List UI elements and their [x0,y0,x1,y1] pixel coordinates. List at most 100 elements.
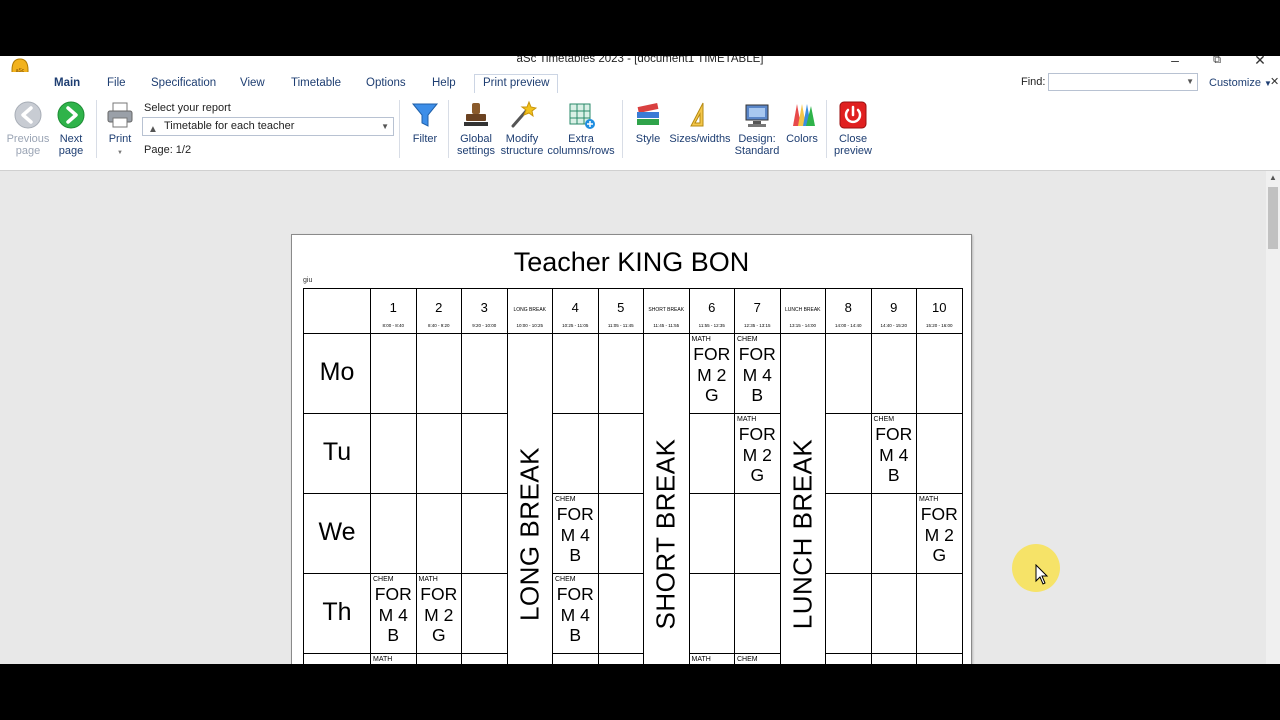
lesson-subject: CHEM [737,656,758,663]
period-number: 8 [844,300,852,315]
colors-button[interactable]: Colors [784,100,820,145]
menu-file[interactable]: File [107,77,126,89]
period-number: 3 [480,300,488,315]
empty-slot [870,653,917,664]
lesson-card: MATHFORM 2G [370,653,417,664]
menu-timetable[interactable]: Timetable [291,77,341,89]
style-label: Style [635,133,661,145]
menu-main[interactable]: Main [54,77,80,89]
close-ribbon-icon[interactable]: ✕ [1270,75,1279,88]
empty-slot [552,413,599,494]
global-settings-label: Global settings [457,133,495,157]
empty-slot [415,413,462,494]
style-button[interactable]: Style [630,100,666,145]
break-column: SHORT BREAK [643,333,690,664]
modify-structure-label: Modify structure [500,133,544,157]
period-time: 11:05 - 11:45 [607,323,634,328]
break-column: LUNCH BREAK [779,333,826,664]
period-header-cell: 4 10:25 - 11:05 [552,288,599,334]
vertical-scrollbar[interactable]: ▲ [1266,171,1280,664]
period-number: 5 [617,300,625,315]
toolbar-divider [96,100,97,158]
print-preview-area[interactable]: Teacher KING BON giu 1 8:00 - 8:40 2 8:40 -… [0,171,1266,664]
previous-page-button[interactable]: Previous page [6,100,50,157]
empty-slot [916,413,963,494]
lesson-class-line: FOR [693,344,731,364]
table-add-icon [569,103,595,129]
lesson-class-line: M 4 [560,604,590,625]
empty-slot [370,413,417,494]
next-page-button[interactable]: Next page [54,100,88,157]
chevron-down-icon: ▼ [381,122,389,131]
previous-page-label: Previous page [6,133,50,157]
period-number: 6 [708,300,716,315]
empty-slot [870,333,917,414]
lesson-class-line: FOR [875,424,913,444]
monitor-icon [745,104,769,127]
close-window-icon[interactable]: ✕ [1245,56,1275,69]
design-label: Design: Standard [734,133,780,157]
design-button[interactable]: Design: Standard [734,100,780,157]
lesson-class: FOR M 2G [735,424,780,486]
lesson-class: FOR M 4B [371,584,416,646]
break-header-label: SHORT BREAK [648,307,685,313]
period-time: 13:15 - 14:00 [789,323,817,328]
arrow-right-icon [57,101,85,129]
menu-options[interactable]: Options [366,77,406,89]
extra-columns-rows-button[interactable]: Extra columns/rows [546,100,616,157]
toolbar-divider [622,100,623,158]
period-number: 2 [435,300,443,315]
find-input[interactable]: ▼ [1048,73,1198,91]
empty-slot [597,573,644,654]
lesson-subject: MATH [691,656,711,663]
day-cell: Th [303,573,371,654]
scroll-up-icon[interactable]: ▲ [1266,173,1280,182]
chevron-down-icon[interactable]: ▼ [1186,77,1194,86]
menu-print-preview[interactable]: Print preview [474,74,559,93]
global-settings-button[interactable]: Global settings [454,100,498,157]
modify-structure-button[interactable]: Modify structure [500,100,544,157]
preview-page: Teacher KING BON giu 1 8:00 - 8:40 2 8:40 -… [291,234,972,664]
day-cell: Mo [303,333,371,414]
period-time: 10:25 - 11:05 [562,323,589,328]
restore-icon[interactable]: ⧉ [1202,56,1232,67]
empty-slot [825,493,872,574]
break-column-label: LUNCH BREAK [787,438,818,629]
minimize-icon[interactable]: – [1160,56,1190,68]
lesson-subject: MATH [691,336,711,343]
lesson-class: FOR M 4B [553,504,598,566]
print-button[interactable]: Print ▼ [104,100,136,159]
lesson-class-line: FOR [738,344,776,364]
menu-view[interactable]: View [240,77,265,89]
empty-slot [916,333,963,414]
lesson-subject: MATH [919,496,939,503]
sizes-widths-label: Sizes/widths [669,133,731,145]
lesson-class-line: M 2 [742,444,772,465]
close-preview-button[interactable]: Close preview [832,100,874,157]
sizes-widths-button[interactable]: Sizes/widths [668,100,732,145]
empty-slot [461,573,508,654]
lesson-class: FOR M 4B [872,424,917,486]
period-number: 9 [890,300,898,315]
scrollbar-thumb[interactable] [1268,187,1278,249]
lesson-class-line: G [750,465,765,485]
menu-help[interactable]: Help [432,77,456,89]
break-header-label: LUNCH BREAK [784,307,821,313]
filter-button[interactable]: Filter [408,100,442,145]
menu-specification[interactable]: Specification [151,77,216,89]
day-cell: Fr [303,653,371,664]
lesson-class-line: B [387,625,400,645]
timetable-title: Teacher KING BON [513,247,750,277]
empty-slot [688,413,735,494]
lesson-card: CHEMFORM 4B [552,573,599,654]
lesson-class: FOR M 4B [553,584,598,646]
customize-button[interactable]: Customize ▼ [1209,77,1272,89]
triangle-ruler-icon [690,102,704,127]
day-label: Mo [319,358,355,386]
report-select[interactable]: ▲ Timetable for each teacher ▼ [142,117,394,136]
period-time: 11:55 - 12:35 [698,323,725,328]
period-time: 9:20 - 10:00 [472,323,497,328]
period-number: 1 [389,300,397,315]
period-header-cell: 6 11:55 - 12:35 [688,288,735,334]
customize-label: Customize [1209,77,1261,89]
